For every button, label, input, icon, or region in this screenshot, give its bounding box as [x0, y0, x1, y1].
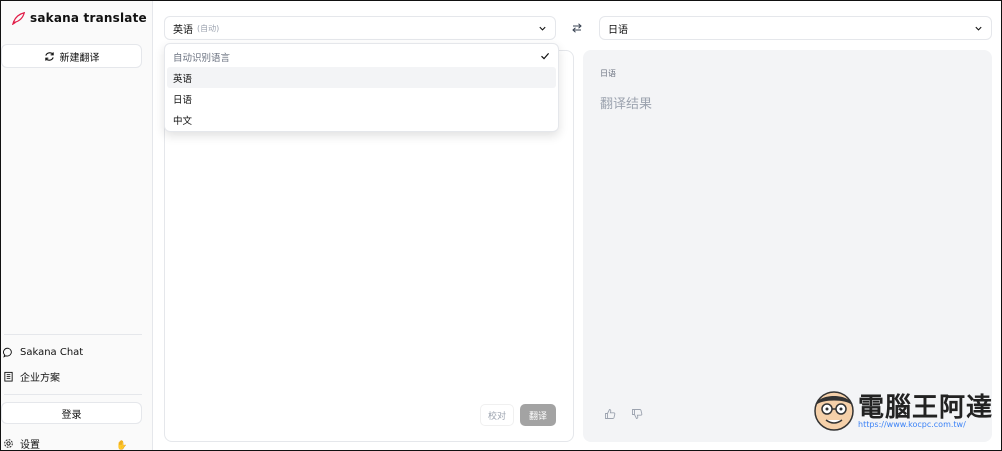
watermark: 電腦王阿達 https://www.kocpc.com.tw/: [808, 385, 993, 435]
target-language-value: 日语: [608, 24, 628, 36]
sidebar-item-sakana-chat[interactable]: Sakana Chat: [3, 347, 83, 358]
dropdown-option-label: 英语: [173, 73, 193, 85]
sidebar-item-enterprise[interactable]: 企业方案: [3, 369, 60, 384]
source-language-select[interactable]: 英语 (自动): [164, 16, 556, 40]
sidebar-item-label: 企业方案: [20, 373, 60, 384]
thumbs-down-icon[interactable]: [631, 408, 643, 420]
watermark-url: https://www.kocpc.com.tw/: [858, 420, 966, 429]
chevron-down-icon: [975, 26, 982, 31]
thumbs-up-icon[interactable]: [604, 408, 616, 420]
mascot-face-icon: [814, 391, 854, 431]
sidebar-item-settings[interactable]: 设置: [3, 436, 40, 451]
sidebar: sakana translate 新建翻译 Sakana Chat 企业方案 登…: [0, 0, 153, 451]
dropdown-option-english[interactable]: 英语: [167, 67, 556, 88]
dropdown-option-label: 中文: [173, 115, 193, 127]
refresh-icon: [44, 51, 54, 61]
translate-button[interactable]: 翻译: [520, 404, 556, 426]
fish-logo-icon: [12, 11, 26, 25]
checkmark-icon: [541, 53, 550, 60]
chevron-down-icon: [539, 26, 546, 31]
building-icon: [4, 371, 13, 382]
target-language-select[interactable]: 日语: [599, 16, 992, 40]
result-placeholder: 翻译结果: [600, 97, 653, 112]
source-language-dropdown: 自动识别语言 英语 日语 中文: [164, 43, 559, 132]
dropdown-option-auto-detect[interactable]: 自动识别语言: [167, 46, 556, 67]
source-language-value: 英语: [173, 24, 193, 36]
sidebar-item-label: 设置: [20, 440, 40, 451]
dropdown-option-japanese[interactable]: 日语: [167, 88, 556, 109]
sidebar-divider: [4, 394, 142, 395]
sidebar-item-label: Sakana Chat: [20, 347, 84, 358]
app-name: sakana translate: [30, 11, 147, 25]
app-logo[interactable]: sakana translate: [12, 11, 147, 25]
swap-languages-button[interactable]: [567, 18, 587, 38]
dropdown-option-label: 日语: [173, 94, 193, 106]
watermark-title: 電腦王阿達: [858, 393, 994, 423]
proofread-button[interactable]: 校对: [480, 404, 514, 426]
dropdown-option-chinese[interactable]: 中文: [167, 109, 556, 130]
new-translation-button[interactable]: 新建翻译: [1, 44, 142, 68]
chat-bubble-icon: [3, 347, 12, 358]
dropdown-option-label: 自动识别语言: [173, 52, 231, 64]
sidebar-divider: [4, 334, 142, 335]
gear-icon: [4, 439, 13, 448]
hand-icon: ✋: [116, 441, 128, 451]
result-language-label: 日语: [600, 69, 616, 78]
login-button[interactable]: 登录: [1, 402, 142, 424]
source-language-auto-tag: (自动): [197, 23, 220, 33]
new-translation-label: 新建翻译: [59, 52, 100, 64]
swap-arrows-icon: [572, 23, 582, 33]
